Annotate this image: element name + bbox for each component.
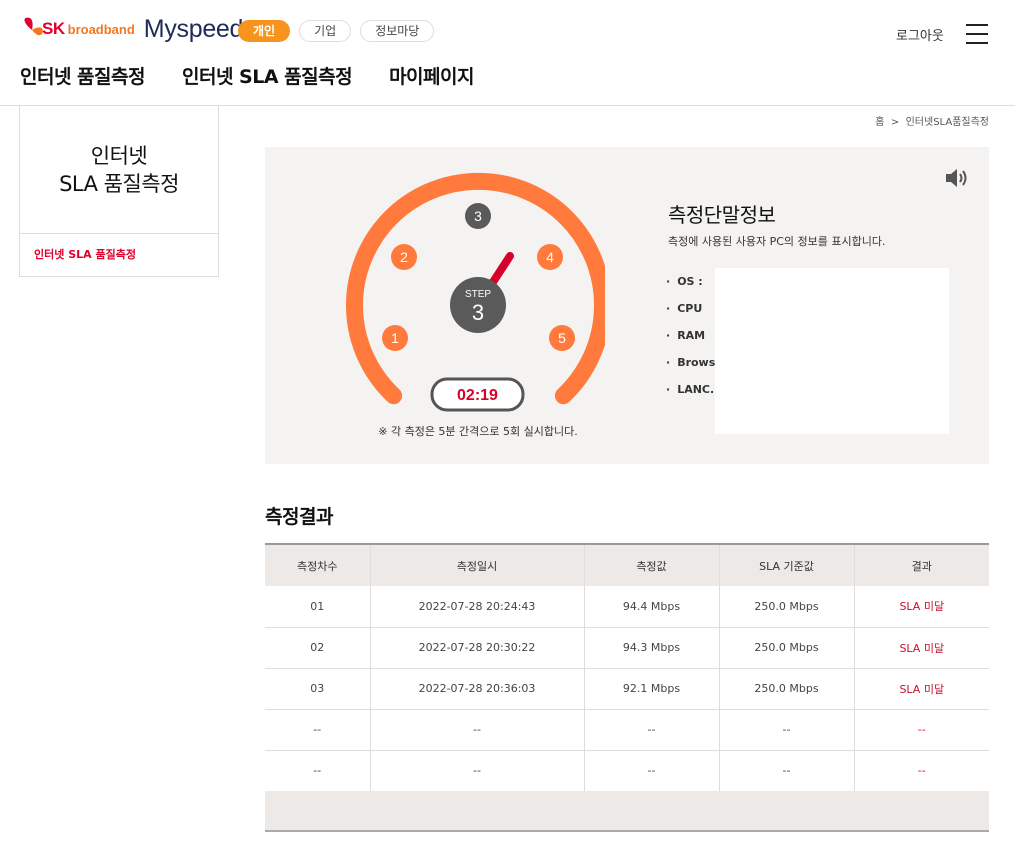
device-info-subtitle: 측정에 사용된 사용자 PC의 정보를 표시합니다.	[668, 235, 886, 248]
results-footer	[265, 791, 989, 832]
svg-text:2: 2	[400, 249, 408, 265]
speaker-icon[interactable]	[944, 166, 970, 190]
logout-link[interactable]: 로그아웃	[896, 25, 944, 44]
device-info-values-box	[715, 268, 949, 434]
sk-butterfly-icon	[24, 17, 43, 36]
device-info-item: · Brows	[666, 356, 716, 369]
tab-business[interactable]: 기업	[299, 20, 352, 42]
breadcrumb-separator: >	[890, 117, 900, 128]
measure-panel: 1 2 3 4 5 STEP 3 02:19 ※ 각 측정은 5분 간격으로 5…	[265, 147, 989, 464]
gauge-step-4: 4	[537, 244, 563, 270]
customer-type-tabs: 개인 기업 정보마당	[238, 20, 435, 42]
results-title: 측정결과	[265, 506, 333, 528]
gauge-step-3: 3	[465, 203, 491, 229]
breadcrumb-home[interactable]: 홈	[875, 117, 884, 128]
svg-text:1: 1	[391, 330, 399, 346]
col-header-result: 결과	[854, 543, 989, 586]
col-header-datetime: 측정일시	[370, 543, 585, 586]
timer-text: 02:19	[457, 387, 498, 404]
device-info-item: · LANC.	[666, 383, 715, 396]
nav-mypage[interactable]: 마이페이지	[389, 62, 474, 89]
svg-text:4: 4	[546, 249, 554, 265]
nav-internet-quality[interactable]: 인터넷 품질측정	[20, 62, 145, 89]
svg-text:5: 5	[558, 330, 566, 346]
header: SK broadband Myspeed 개인 기업 정보마당 로그아웃 인터넷…	[0, 0, 1015, 106]
table-row: -- -- -- -- --	[265, 709, 989, 751]
nav-internet-sla[interactable]: 인터넷 SLA 품질측정	[182, 62, 353, 89]
main-nav: 인터넷 품질측정 인터넷 SLA 품질측정 마이페이지	[20, 62, 511, 89]
sidebar-item-sla[interactable]: 인터넷 SLA 품질측정	[20, 234, 218, 276]
device-info-item: · CPU	[666, 302, 703, 315]
sidebar-title: 인터넷 SLA 품질측정	[20, 106, 218, 234]
tab-personal[interactable]: 개인	[238, 20, 291, 42]
col-header-sla: SLA 기준값	[719, 543, 855, 586]
device-info-item: · OS :	[666, 275, 703, 288]
gauge-step-2: 2	[391, 244, 417, 270]
table-row: 01 2022-07-28 20:24:43 94.4 Mbps 250.0 M…	[265, 586, 989, 628]
tab-info[interactable]: 정보마당	[360, 20, 435, 42]
breadcrumb: 홈 > 인터넷SLA품질측정	[875, 113, 989, 128]
gauge-step-5: 5	[549, 325, 575, 351]
svg-text:3: 3	[474, 208, 482, 224]
gauge-step-label: STEP	[465, 289, 491, 300]
sidebar-title-line1: 인터넷	[90, 143, 148, 168]
speed-gauge: 1 2 3 4 5 STEP 3 02:19 ※ 각 측정은 5분 간격으로 5…	[346, 172, 605, 438]
col-header-value: 측정값	[584, 543, 720, 586]
device-info-title: 측정단말정보	[668, 203, 776, 227]
logo-broadband-text: broadband	[67, 21, 135, 37]
results-header-row: 측정차수 측정일시 측정값 SLA 기준값 결과	[265, 543, 989, 586]
device-info-item: · RAM	[666, 329, 706, 342]
sidebar-title-line2: SLA 품질측정	[59, 171, 179, 196]
gauge-step-1: 1	[382, 325, 408, 351]
menu-icon[interactable]	[966, 24, 988, 44]
gauge-note: ※ 각 측정은 5분 간격으로 5회 실시합니다.	[378, 425, 578, 438]
table-row: 02 2022-07-28 20:30:22 94.3 Mbps 250.0 M…	[265, 627, 989, 669]
device-info-list: · OS : · CPU · RAM · Brows · LANC.	[666, 271, 715, 406]
sidebar: 인터넷 SLA 품질측정 인터넷 SLA 품질측정	[19, 106, 219, 277]
logo-myspeed-text: Myspeed	[143, 14, 244, 43]
table-row: -- -- -- -- --	[265, 750, 989, 792]
breadcrumb-current: 인터넷SLA품질측정	[905, 117, 989, 128]
col-header-round: 측정차수	[265, 543, 371, 586]
results-table: 측정차수 측정일시 측정값 SLA 기준값 결과 01 2022-07-28 2…	[265, 543, 989, 792]
gauge-current-step: 3	[472, 300, 484, 325]
sk-broadband-logo[interactable]: SK broadband Myspeed	[18, 12, 243, 46]
table-row: 03 2022-07-28 20:36:03 92.1 Mbps 250.0 M…	[265, 668, 989, 710]
